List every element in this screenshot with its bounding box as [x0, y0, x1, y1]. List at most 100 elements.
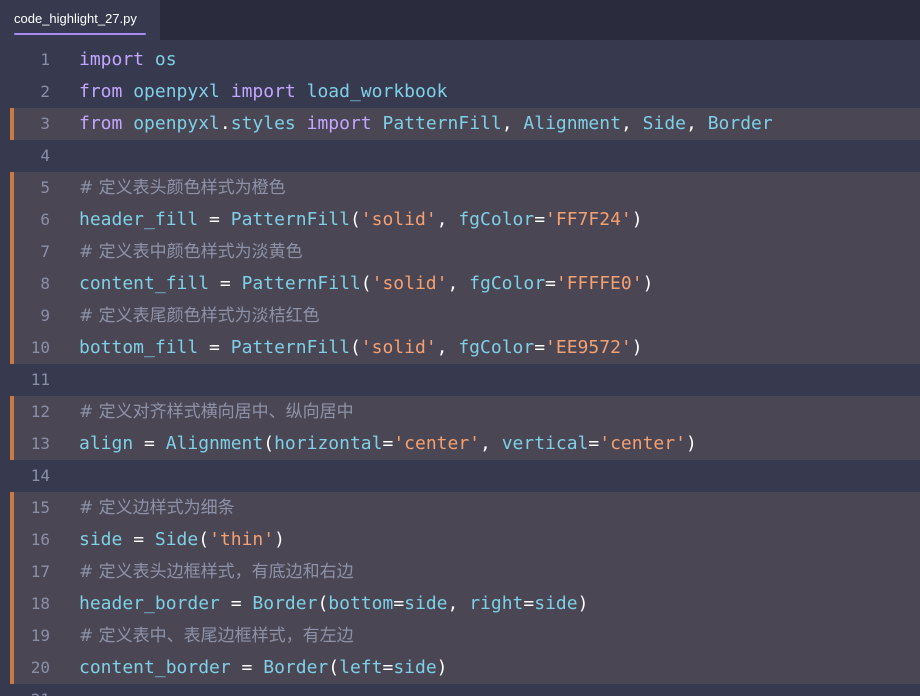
code-token: Alignment — [523, 113, 621, 134]
tab-code-file[interactable]: code_highlight_27.py — [0, 0, 160, 40]
line-number: 14 — [30, 466, 50, 485]
code-token: import — [306, 113, 372, 134]
code-line[interactable]: 11 — [0, 364, 920, 396]
code-token: import — [230, 81, 296, 102]
code-token: = — [382, 657, 394, 678]
code-line[interactable]: 21 — [0, 684, 920, 696]
code-line[interactable]: 1 import os — [0, 44, 920, 76]
line-source: header_border = Border(bottom=side, righ… — [79, 588, 588, 620]
code-line[interactable]: 10 bottom_fill = PatternFill('solid', fgC… — [0, 332, 920, 364]
code-token: os — [154, 49, 177, 70]
code-token: ( — [198, 529, 210, 550]
code-area[interactable]: 1 import os 2 from openpyxl import load_wor… — [0, 44, 920, 696]
line-source: side = Side('thin') — [79, 524, 285, 556]
line-number: 8 — [40, 274, 50, 293]
code-token: = — [122, 529, 155, 550]
code-token: ( — [317, 593, 329, 614]
code-line[interactable]: 20 content_border = Border(left=side) — [0, 652, 920, 684]
line-source: # 定义表头边框样式，有底边和右边 — [79, 556, 354, 588]
code-line[interactable]: 3 from openpyxl.styles import PatternFill… — [0, 108, 920, 140]
line-source: align = Alignment(horizontal='center', v… — [79, 428, 697, 460]
code-line[interactable]: 14 — [0, 460, 920, 492]
code-line[interactable]: 9 # 定义表尾颜色样式为淡桔红色 — [0, 300, 920, 332]
code-token: = — [209, 273, 242, 294]
code-token: = — [545, 273, 556, 294]
code-line[interactable]: 8 content_fill = PatternFill('solid', fgC… — [0, 268, 920, 300]
line-number: 6 — [40, 210, 50, 229]
code-token: horizontal — [274, 433, 383, 454]
code-line[interactable]: 17 # 定义表头边框样式，有底边和右边 — [0, 556, 920, 588]
code-token: side — [79, 529, 123, 550]
code-token: load_workbook — [306, 81, 448, 102]
code-token: side — [393, 657, 437, 678]
code-token: , — [447, 273, 470, 294]
code-token: = — [523, 593, 535, 614]
code-token: PatternFill — [230, 209, 350, 230]
code-token: 'EE9572' — [545, 337, 632, 358]
code-line[interactable]: 19 # 定义表中、表尾边框样式，有左边 — [0, 620, 920, 652]
code-token: header_fill — [79, 209, 199, 230]
code-line[interactable]: 18 header_border = Border(bottom=side, ri… — [0, 588, 920, 620]
code-token: ) — [642, 273, 654, 294]
code-token: = — [382, 433, 394, 454]
code-token: align — [79, 433, 134, 454]
code-token: ) — [685, 433, 697, 454]
code-token: ) — [274, 529, 285, 550]
code-line[interactable]: 6 header_fill = PatternFill('solid', fgCo… — [0, 204, 920, 236]
line-number: 19 — [30, 626, 50, 645]
code-token: = — [230, 657, 264, 678]
line-number: 12 — [30, 402, 50, 421]
code-token: side — [404, 593, 448, 614]
line-source: content_fill = PatternFill('solid', fgCo… — [79, 268, 653, 300]
code-token: ( — [263, 433, 275, 454]
code-line[interactable]: 16 side = Side('thin') — [0, 524, 920, 556]
code-token: , — [436, 337, 459, 358]
code-editor: code_highlight_27.py 1 import os 2 from ope… — [0, 0, 920, 696]
code-line[interactable]: 12 # 定义对齐样式横向居中、纵向居中 — [0, 396, 920, 428]
line-source: # 定义边样式为细条 — [79, 492, 235, 524]
line-number: 3 — [40, 114, 50, 133]
code-token: 'FF7F24' — [545, 209, 632, 230]
code-token: Border — [707, 113, 773, 134]
code-line[interactable]: 15 # 定义边样式为细条 — [0, 492, 920, 524]
code-line[interactable]: 13 align = Alignment(horizontal='center',… — [0, 428, 920, 460]
line-number: 10 — [30, 338, 50, 357]
code-token: Border — [252, 593, 318, 614]
code-token: # 定义表头边框样式，有底边和右边 — [79, 562, 354, 582]
code-token: = — [588, 433, 600, 454]
code-token: 'center' — [393, 433, 481, 454]
line-number: 2 — [40, 82, 50, 101]
code-token: openpyxl — [133, 81, 220, 102]
code-token: . — [219, 113, 231, 134]
line-number: 20 — [30, 658, 50, 677]
code-token: bottom — [328, 593, 394, 614]
code-token: openpyxl — [133, 113, 220, 134]
line-number: 5 — [40, 178, 50, 197]
code-token: 'center' — [599, 433, 686, 454]
code-token: = — [534, 209, 546, 230]
code-token: from — [79, 81, 123, 102]
code-token: ( — [349, 337, 361, 358]
code-token: ) — [631, 209, 643, 230]
code-token: , — [447, 593, 470, 614]
code-line[interactable]: 7 # 定义表中颜色样式为淡黄色 — [0, 236, 920, 268]
code-token: , — [620, 113, 643, 134]
code-token: PatternFill — [382, 113, 502, 134]
code-token: # 定义表中、表尾边框样式，有左边 — [79, 626, 354, 646]
code-token: , — [501, 113, 524, 134]
code-token: = — [198, 337, 231, 358]
code-line[interactable]: 4 — [0, 140, 920, 172]
tab-bar: code_highlight_27.py — [0, 0, 920, 40]
code-token: Side — [154, 529, 199, 550]
code-token: ( — [349, 209, 361, 230]
line-number: 11 — [30, 370, 50, 389]
code-line[interactable]: 5 # 定义表头颜色样式为橙色 — [0, 172, 920, 204]
code-token: from — [79, 113, 123, 134]
line-source: # 定义表中颜色样式为淡黄色 — [79, 236, 303, 268]
code-token: bottom_fill — [79, 337, 199, 358]
code-line[interactable]: 2 from openpyxl import load_workbook — [0, 76, 920, 108]
